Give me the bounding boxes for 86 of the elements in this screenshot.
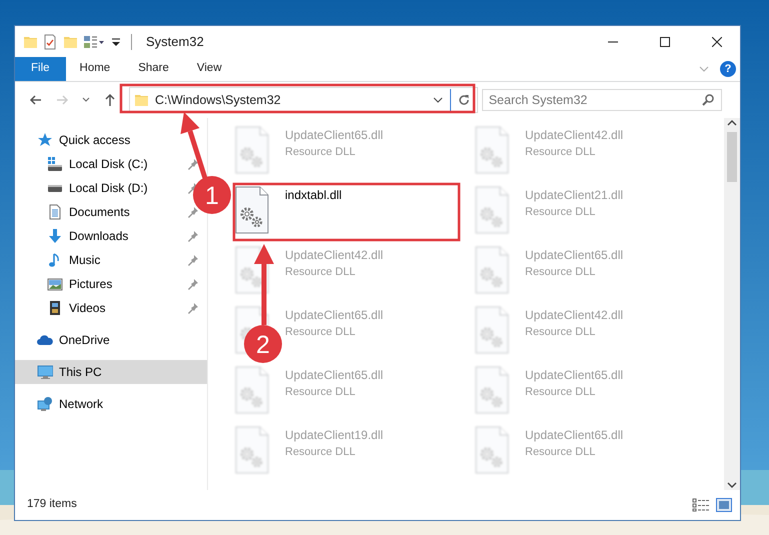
dll-file-icon <box>234 366 270 414</box>
monitor-icon <box>37 364 53 380</box>
file-name: UpdateClient65.dll <box>285 307 384 324</box>
dll-file-icon <box>234 186 270 234</box>
file-type: Resource DLL <box>525 145 596 160</box>
file-name: UpdateClient65.dll <box>285 127 384 144</box>
sidebar-item[interactable]: Videos <box>15 296 114 320</box>
file-type: Resource DLL <box>285 265 356 280</box>
file-name: UpdateClient65.dll <box>285 367 384 384</box>
file-name: indxtabl.dll <box>285 187 342 204</box>
star-icon <box>37 132 53 148</box>
sidebar-item[interactable]: OneDrive <box>15 328 118 352</box>
scroll-thumb[interactable] <box>727 132 737 182</box>
sidebar-item[interactable]: Local Disk (D:) <box>15 176 156 200</box>
dll-file-icon <box>474 426 510 474</box>
scroll-down-icon <box>727 480 737 490</box>
search-field[interactable]: Search System32 <box>482 89 722 111</box>
maximize-icon <box>660 36 670 46</box>
file-type: Resource DLL <box>525 265 596 280</box>
pin-icon[interactable] <box>187 278 199 290</box>
file-type: Resource DLL <box>285 325 356 340</box>
ribbon-tab[interactable]: View <box>182 57 236 81</box>
pin-icon[interactable] <box>187 254 199 266</box>
step-badge: 2 <box>244 325 282 363</box>
properties-icon[interactable] <box>43 34 57 50</box>
large-icons-view-icon[interactable] <box>716 498 732 512</box>
file-type: Resource DLL <box>285 445 356 460</box>
address-bar[interactable]: C:\Windows\System32 <box>129 87 478 113</box>
sidebar-item[interactable]: Pictures <box>15 272 120 296</box>
file-name: UpdateClient42.dll <box>285 247 384 264</box>
file-type: Resource DLL <box>525 445 596 460</box>
search-icon <box>701 93 715 107</box>
file-name: UpdateClient65.dll <box>525 427 624 444</box>
close-icon <box>712 36 722 46</box>
ribbon-tab[interactable]: File <box>15 57 66 81</box>
sidebar-item[interactable]: Documents <box>15 200 138 224</box>
step-badge: 1 <box>193 176 231 214</box>
picture-icon <box>47 276 63 292</box>
pin-icon[interactable] <box>187 302 199 314</box>
file-type: Resource DLL <box>525 325 596 340</box>
folder-icon <box>134 92 149 108</box>
minimize-icon <box>608 40 618 42</box>
pin-icon[interactable] <box>187 158 199 170</box>
details-view-icon[interactable] <box>692 498 710 512</box>
file-type: Resource DLL <box>525 205 596 220</box>
annotation-arrow <box>180 112 208 179</box>
dll-file-icon <box>474 126 510 174</box>
dll-file-icon <box>474 186 510 234</box>
scroll-up-icon <box>727 118 737 128</box>
file-type: Resource DLL <box>525 385 596 400</box>
file-name: UpdateClient42.dll <box>525 307 624 324</box>
file-name: UpdateClient21.dll <box>525 187 624 204</box>
pin-icon[interactable] <box>187 206 199 218</box>
refresh-icon[interactable] <box>456 93 471 107</box>
download-arrow-icon <box>47 228 63 244</box>
ribbon-tab[interactable]: Home <box>66 57 124 81</box>
dll-file-icon <box>234 126 270 174</box>
dll-file-icon <box>474 366 510 414</box>
window-title: System32 <box>146 32 204 51</box>
dll-file-icon <box>474 306 510 354</box>
sidebar-item[interactable]: Quick access <box>15 128 138 152</box>
file-name: UpdateClient19.dll <box>285 427 384 444</box>
pin-icon[interactable] <box>187 230 199 242</box>
file-type: Resource DLL <box>285 145 356 160</box>
sidebar-item[interactable]: Local Disk (C:) <box>15 152 156 176</box>
file-type: Resource DLL <box>285 385 356 400</box>
file-item[interactable]: indxtabl.dll <box>230 182 470 242</box>
drive-icon <box>47 184 63 192</box>
dll-file-icon <box>234 426 270 474</box>
sidebar-item[interactable]: Downloads <box>15 224 136 248</box>
dll-file-icon <box>474 246 510 294</box>
address-path: C:\Windows\System32 <box>155 92 282 109</box>
file-name: UpdateClient65.dll <box>525 247 624 264</box>
sidebar-item[interactable]: Network <box>15 392 112 416</box>
document-icon <box>47 204 63 220</box>
scrollbar[interactable] <box>724 118 740 490</box>
ribbon-tab[interactable]: Share <box>124 57 183 81</box>
file-name: UpdateClient42.dll <box>525 127 624 144</box>
file-name: UpdateClient65.dll <box>525 367 624 384</box>
film-icon <box>47 300 63 316</box>
view-options-icon[interactable] <box>83 34 105 50</box>
sidebar-item[interactable]: Music <box>15 248 108 272</box>
help-button[interactable]: ? <box>720 61 736 77</box>
item-count: 179 items <box>27 497 77 512</box>
network-icon <box>37 396 53 412</box>
drive-icon <box>47 156 63 172</box>
